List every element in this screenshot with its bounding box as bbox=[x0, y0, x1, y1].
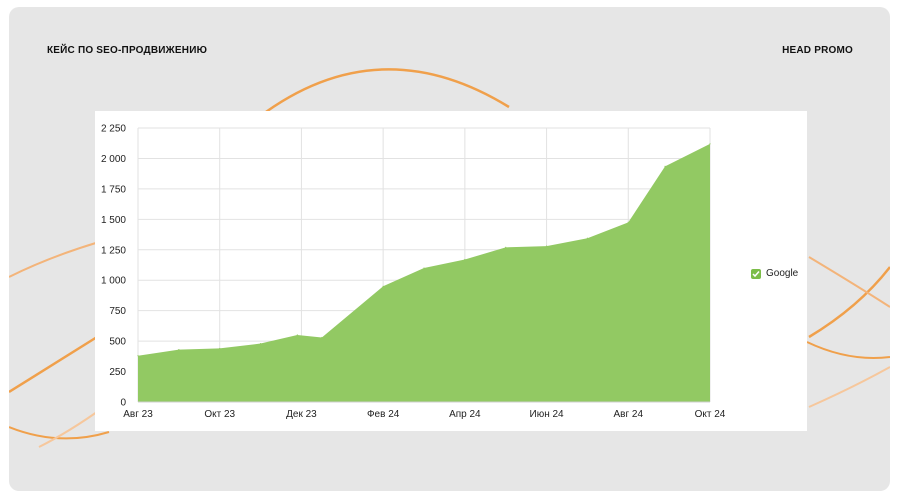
x-tick-label: Авг 23 bbox=[123, 409, 153, 420]
x-tick-label: Дек 23 bbox=[286, 409, 317, 420]
decorative-arc-top bbox=[258, 68, 510, 119]
chart-card: 0 250 500 750 1 000 1 250 1 500 1 750 2 000 2 250… bbox=[95, 111, 807, 431]
data-point bbox=[464, 258, 466, 261]
decorative-arc-right bbox=[808, 266, 890, 339]
data-point bbox=[505, 246, 507, 248]
y-tick-label: 1 500 bbox=[101, 215, 126, 226]
y-tick-label: 1 000 bbox=[101, 276, 126, 287]
x-tick-label: Окт 24 bbox=[695, 409, 726, 420]
data-point bbox=[627, 221, 629, 223]
decorative-arc-left-lower bbox=[9, 335, 98, 394]
decorative-arc-right-faint bbox=[808, 366, 890, 408]
data-point bbox=[296, 334, 298, 336]
y-tick-label: 0 bbox=[120, 398, 126, 409]
y-tick-label: 1 750 bbox=[101, 184, 126, 195]
chart-legend[interactable]: Google bbox=[751, 268, 798, 279]
data-point bbox=[219, 347, 221, 350]
data-point bbox=[423, 267, 425, 269]
data-point bbox=[137, 355, 139, 357]
y-tick-label: 1 250 bbox=[101, 245, 126, 256]
brand-title: HEAD PROMO bbox=[782, 45, 853, 56]
data-point bbox=[321, 336, 323, 339]
area-series-google bbox=[138, 143, 710, 402]
slide: КЕЙС ПО SEO-ПРОДВИЖЕНИЮ HEAD PROMO 0 250 5… bbox=[9, 7, 890, 491]
data-point bbox=[382, 285, 384, 287]
decorative-arc-left bbox=[9, 241, 100, 278]
data-point bbox=[664, 165, 666, 167]
y-tick-label: 250 bbox=[109, 367, 126, 378]
x-tick-label: Фев 24 bbox=[367, 409, 400, 420]
x-tick-label: Окт 23 bbox=[204, 409, 235, 420]
y-tick-label: 750 bbox=[109, 306, 126, 317]
data-point bbox=[586, 237, 589, 239]
x-tick-label: Авг 24 bbox=[614, 409, 644, 420]
y-tick-label: 2 000 bbox=[101, 154, 126, 165]
case-title: КЕЙС ПО SEO-ПРОДВИЖЕНИЮ bbox=[47, 45, 208, 56]
x-tick-label: Апр 24 bbox=[449, 409, 481, 420]
y-tick-label: 2 250 bbox=[101, 124, 126, 135]
y-tick-label: 500 bbox=[109, 337, 126, 348]
data-point bbox=[709, 143, 711, 145]
legend-label: Google bbox=[766, 268, 799, 279]
x-tick-label: Июн 24 bbox=[530, 409, 565, 420]
decorative-arc-right-lower bbox=[806, 341, 890, 359]
area-chart: 0 250 500 750 1 000 1 250 1 500 1 750 2 000 2 250… bbox=[101, 124, 726, 421]
data-point bbox=[259, 342, 262, 345]
data-point bbox=[178, 349, 180, 351]
data-point bbox=[545, 245, 548, 247]
checkbox-check-icon[interactable] bbox=[751, 268, 761, 279]
